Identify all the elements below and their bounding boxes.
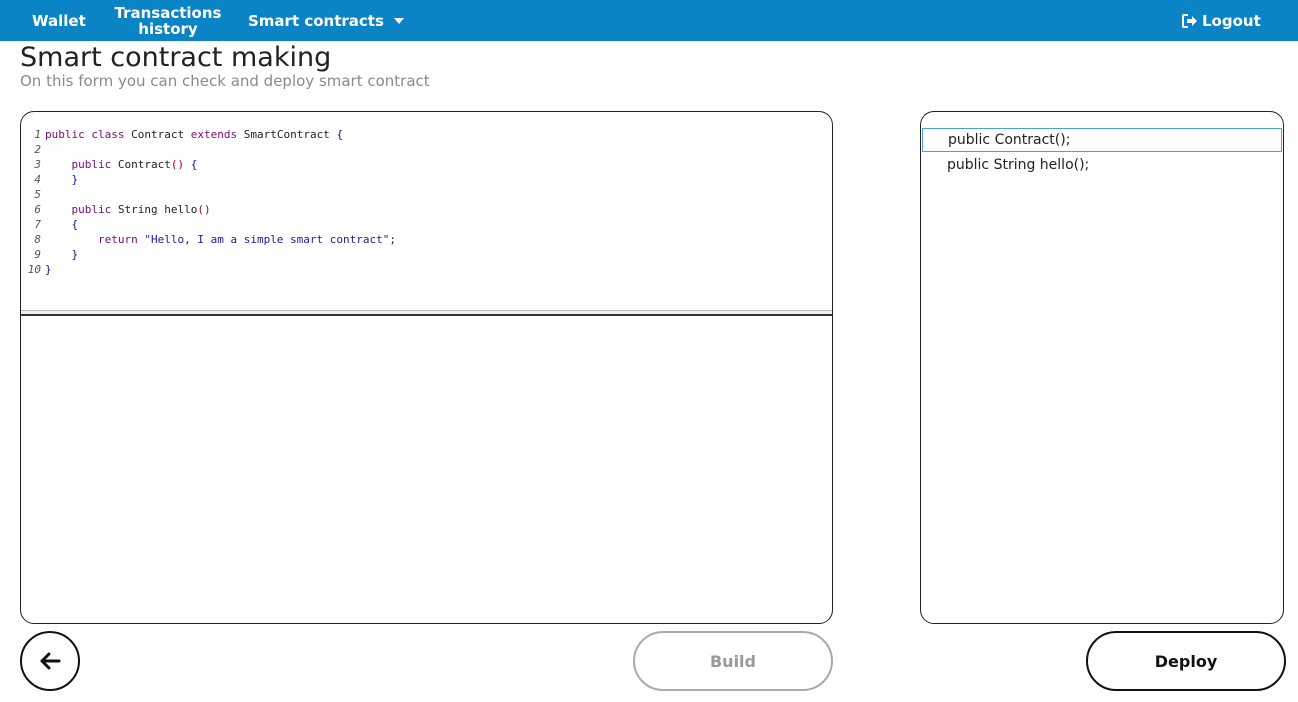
line-number: 5 [34, 188, 41, 201]
logout-label: Logout [1202, 11, 1261, 30]
code-line: 9 } [21, 247, 832, 262]
line-code: public String hello() [71, 203, 211, 216]
back-button[interactable] [20, 631, 80, 691]
nav-transactions-label-line1: Transactions [114, 3, 222, 22]
line-number: 8 [34, 233, 41, 246]
method-list-item[interactable]: public Contract(); [922, 128, 1282, 152]
page-title: Smart contract making [20, 42, 332, 73]
build-button[interactable]: Build [633, 631, 833, 691]
code-line: 1 public class Contract extends SmartCont… [21, 127, 832, 142]
editor-splitter[interactable] [21, 310, 832, 316]
nav-transactions-label-line2: history [138, 19, 198, 38]
code-line: 8 return "Hello, I am a simple smart con… [21, 232, 832, 247]
code-line: 4 } [21, 172, 832, 187]
line-number: 1 [34, 128, 41, 141]
line-code: public Contract() { [71, 158, 198, 171]
line-code: } [71, 173, 79, 186]
line-number: 9 [34, 248, 41, 261]
line-code: { [71, 218, 79, 231]
code-line: 6 public String hello() [21, 202, 832, 217]
line-number: 4 [34, 173, 41, 186]
line-code: public class Contract extends SmartContr… [45, 128, 344, 141]
deploy-button[interactable]: Deploy [1086, 631, 1286, 691]
build-output-area [21, 317, 832, 623]
line-number: 6 [34, 203, 41, 216]
code-editor-panel: 1 public class Contract extends SmartCont… [20, 111, 833, 624]
code-line: 3 public Contract() { [21, 157, 832, 172]
method-list-item[interactable]: public String hello(); [922, 154, 1282, 178]
logout-icon [1182, 13, 1197, 28]
line-number: 2 [34, 143, 41, 156]
line-code: } [71, 248, 79, 261]
code-line: 5 [21, 187, 832, 202]
nav-smart-contracts-dropdown[interactable]: Smart contracts [248, 0, 404, 41]
code-line: 7 { [21, 217, 832, 232]
top-navigation-bar: Wallet Transactions history Smart contra… [0, 0, 1298, 41]
code-line: 2 [21, 142, 832, 157]
code-line: 10} [21, 262, 832, 277]
methods-panel: public Contract(); public String hello(); [920, 111, 1284, 624]
logout-button[interactable]: Logout [1182, 0, 1261, 41]
build-button-label: Build [709, 651, 756, 671]
deploy-button-label: Deploy [1154, 651, 1218, 671]
line-code: } [45, 263, 52, 276]
nav-smart-contracts-label: Smart contracts [248, 11, 384, 30]
page-subtitle: On this form you can check and deploy sm… [20, 72, 430, 90]
caret-down-icon [393, 17, 404, 24]
line-number: 7 [34, 218, 41, 231]
line-number: 3 [34, 158, 41, 171]
line-number: 10 [27, 263, 41, 276]
nav-wallet[interactable]: Wallet [32, 0, 86, 41]
line-code: return "Hello, I am a simple smart contr… [97, 233, 397, 246]
nav-wallet-label: Wallet [32, 11, 86, 30]
arrow-left-icon [40, 652, 61, 670]
nav-transactions-history[interactable]: Transactions history [110, 0, 226, 41]
code-editor[interactable]: 1 public class Contract extends SmartCont… [21, 112, 832, 310]
